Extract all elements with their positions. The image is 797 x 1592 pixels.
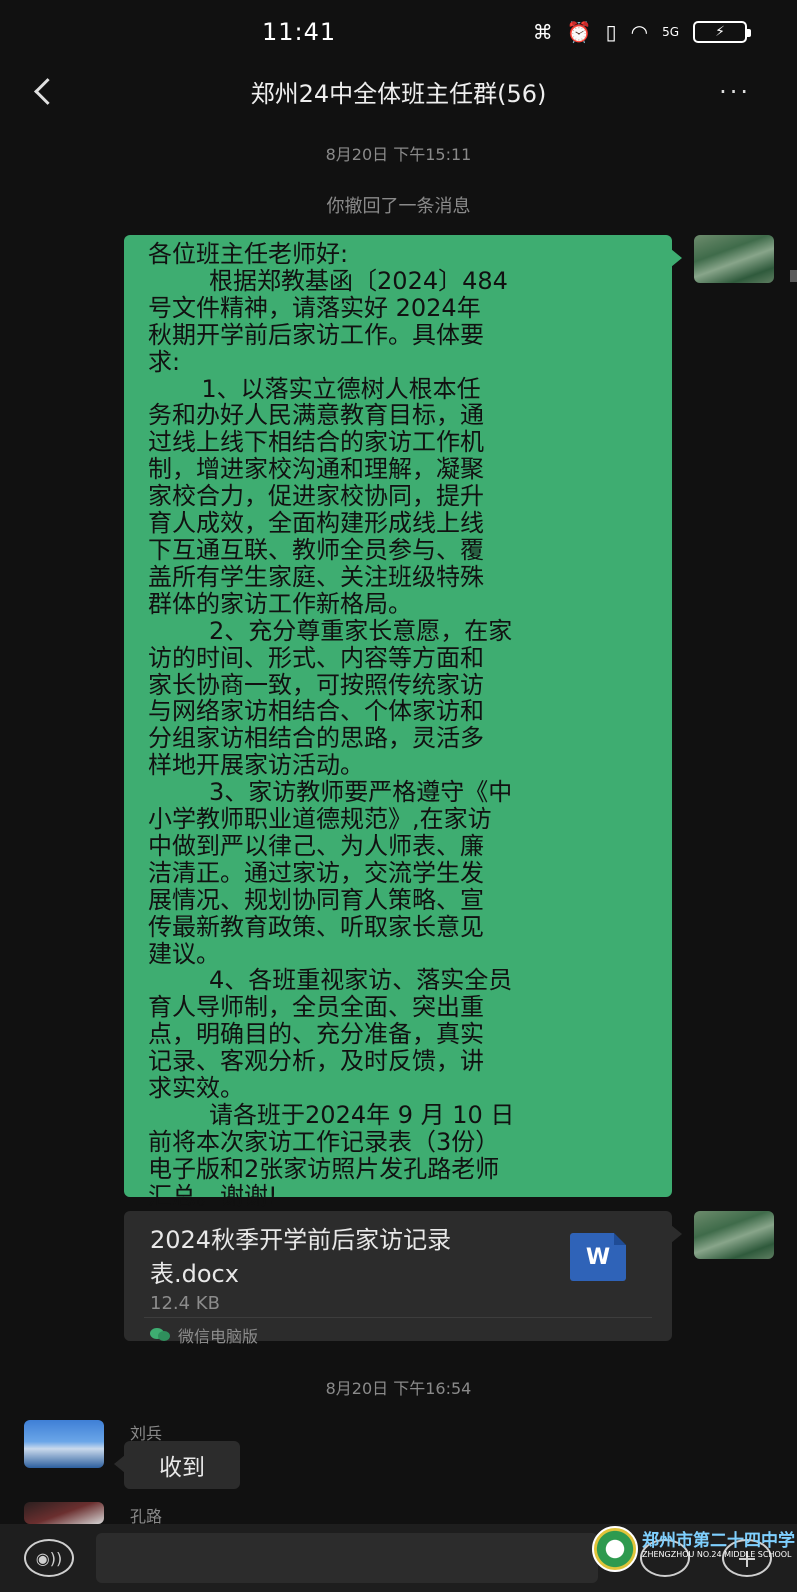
voice-input-icon[interactable]: ◉)) [24, 1539, 74, 1577]
more-options-icon[interactable]: ··· [719, 78, 751, 106]
file-source: 微信电脑版 [150, 1323, 258, 1347]
message-line: 展情况、规划协同育人策略、宣 [148, 885, 484, 914]
sender-avatar[interactable] [24, 1420, 104, 1468]
message-line: 家长协商一致，可按照传统家访 [148, 670, 484, 699]
status-time: 11:41 [262, 18, 337, 46]
message-line: 制，增进家校沟通和理解，凝聚 [148, 455, 484, 484]
status-icons: ⌘ ⏰ ▯ ◠ 5G ⚡ [532, 20, 751, 44]
message-line: 秋期开学前后家访工作。具体要 [148, 320, 484, 349]
message-input[interactable] [96, 1533, 598, 1583]
school-emblem-icon [592, 1526, 638, 1572]
watermark-title: 郑州市第二十四中学 [642, 1531, 795, 1551]
message-line: 3、家访教师要严格遵守《中 [148, 778, 513, 807]
recall-notice: 你撤回了一条消息 [326, 196, 471, 217]
status-bar: 11:41 ⌘ ⏰ ▯ ◠ 5G ⚡ [0, 0, 797, 66]
own-avatar[interactable] [694, 1211, 774, 1259]
signal-5g-icon: 5G [662, 25, 679, 39]
message-line: 根据郑教基函〔2024〕484 [148, 266, 508, 295]
vibrate-icon: ▯ [605, 20, 617, 44]
incoming-message-bubble[interactable]: 收到 [114, 1441, 240, 1489]
message-line: 与网络家访相结合、个体家访和 [148, 697, 484, 726]
wechat-icon [150, 1328, 172, 1342]
file-name: 2024秋季开学前后家访记录表.docx [150, 1226, 452, 1288]
message-line: 群体的家访工作新格局。 [148, 589, 412, 618]
message-line: 中做到严以律己、为人师表、廉 [148, 831, 484, 860]
message-line: 求实效。 [148, 1074, 244, 1103]
own-avatar[interactable] [694, 235, 774, 283]
message-line: 记录、客观分析，及时反馈，讲 [148, 1047, 484, 1076]
message-line: 务和办好人民满意教育目标，通 [148, 401, 484, 430]
message-line: 育人成效，全面构建形成线上线 [148, 509, 484, 538]
file-message-card[interactable]: 2024秋季开学前后家访记录表.docx 12.4 KB W 微信电脑版 [124, 1211, 682, 1346]
message-timestamp: 8月20日 下午16:54 [325, 1379, 472, 1398]
message-line: 电子版和2张家访照片发孔路老师 [148, 1154, 500, 1183]
battery-charging-icon: ⚡ [693, 21, 751, 43]
nfc-icon: ⌘ [532, 20, 553, 44]
message-line: 号文件精神，请落实好 2024年 [148, 293, 481, 322]
chat-title: 郑州24中全体班主任群(56) [250, 80, 547, 108]
file-card-divider [144, 1317, 652, 1318]
file-source-label: 微信电脑版 [178, 1327, 259, 1346]
message-line: 家校合力，促进家校协同，提升 [148, 482, 484, 511]
message-timestamp: 8月20日 下午15:11 [325, 145, 472, 164]
message-line: 建议。 [148, 939, 220, 968]
watermark-subtitle: ZHENGZHOU NO.24 MIDDLE SCHOOL [642, 1550, 792, 1559]
message-line: 请各班于2024年 9 月 10 日 [148, 1101, 515, 1129]
message-line: 点，明确目的、充分准备，真实 [148, 1020, 484, 1049]
own-message-bubble[interactable]: 各位班主任老师好: 根据郑教基函〔2024〕484 号文件精神，请落实好 2024… [124, 235, 682, 1209]
school-watermark: 郑州市第二十四中学 ZHENGZHOU NO.24 MIDDLE SCHOOL [592, 1526, 795, 1582]
message-line: 2、充分尊重家长意愿，在家 [148, 616, 513, 645]
sender-avatar[interactable] [24, 1502, 104, 1524]
message-line: 1、以落实立德树人根本任 [148, 374, 481, 403]
scroll-indicator [790, 270, 797, 282]
message-line: 传最新教育政策、听取家长意见 [148, 912, 484, 941]
file-size: 12.4 KB [150, 1293, 220, 1314]
word-doc-icon: W [570, 1233, 626, 1281]
alarm-icon: ⏰ [566, 20, 592, 44]
wifi-icon: ◠ [630, 20, 649, 44]
message-line: 下互通互联、教师全员参与、覆 [148, 535, 484, 564]
message-line: 求: [148, 347, 181, 376]
message-line: 4、各班重视家访、落实全员 [148, 966, 513, 995]
message-line: 洁清正。通过家访，交流学生发 [148, 858, 484, 887]
message-line: 分组家访相结合的思路，灵活多 [148, 724, 484, 753]
message-line: 访的时间、形式、内容等方面和 [148, 643, 484, 672]
message-line: 汇总。谢谢! [148, 1181, 278, 1210]
message-line: 前将本次家访工作记录表（3份） [148, 1127, 500, 1156]
message-line: 各位班主任老师好: [148, 240, 349, 268]
message-line: 小学教师职业道德规范》,在家访 [148, 805, 492, 834]
message-line: 过线上线下相结合的家访工作机 [148, 428, 484, 457]
chat-header: 郑州24中全体班主任群(56) ··· [0, 66, 797, 116]
message-line: 育人导师制，全员全面、突出重 [148, 993, 484, 1022]
message-line: 盖所有学生家庭、关注班级特殊 [148, 562, 484, 591]
message-line: 样地开展家访活动。 [148, 751, 364, 780]
